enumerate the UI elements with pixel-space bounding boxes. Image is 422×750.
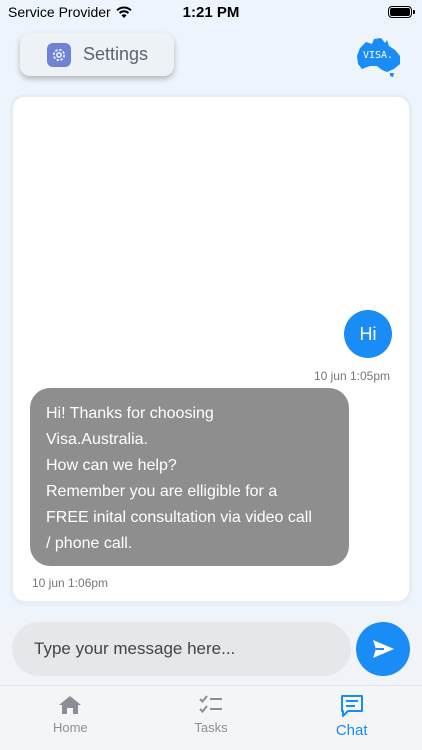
battery-icon xyxy=(388,6,415,18)
chat-panel[interactable]: Hi 10 jun 1:05pm Hi! Thanks for choosing… xyxy=(13,97,409,601)
tasks-icon xyxy=(199,695,222,713)
message-composer xyxy=(0,613,422,685)
tab-home[interactable]: Home xyxy=(0,686,141,750)
tab-tasks[interactable]: Tasks xyxy=(141,686,282,750)
message-line: How can we help? xyxy=(46,457,177,474)
chat-icon xyxy=(340,695,363,717)
tab-bar: Home Tasks Chat xyxy=(0,685,422,750)
message-input[interactable] xyxy=(12,622,351,676)
message-line: Hi! Thanks for choosing xyxy=(46,405,214,422)
outgoing-message-bubble: Hi xyxy=(344,310,392,358)
status-time: 1:21 PM xyxy=(182,4,240,21)
home-icon xyxy=(59,696,82,714)
tab-label: Tasks xyxy=(194,720,228,735)
tab-label: Home xyxy=(52,720,88,735)
tab-label: Chat xyxy=(335,722,368,739)
message-line: Remember you are elligible for a xyxy=(46,483,278,500)
message-timestamp: 10 jun 1:05pm xyxy=(313,369,390,383)
message-line: / phone call. xyxy=(46,535,133,552)
send-icon xyxy=(373,640,394,658)
visa-australia-logo: VISA. xyxy=(357,38,400,77)
settings-button[interactable]: Settings xyxy=(20,33,174,76)
message-line: Visa.Australia. xyxy=(46,431,148,448)
logo-text: VISA. xyxy=(363,50,393,61)
tab-chat[interactable]: Chat xyxy=(281,686,422,750)
incoming-message-bubble: Hi! Thanks for choosing Visa.Australia. … xyxy=(30,388,349,566)
status-bar: Service Provider 1:21 PM xyxy=(0,0,422,26)
settings-label: Settings xyxy=(83,44,149,64)
message-text: Hi xyxy=(359,323,377,344)
send-button[interactable] xyxy=(356,622,410,676)
message-timestamp: 10 jun 1:06pm xyxy=(32,576,109,590)
message-line: FREE inital consultation via video call xyxy=(46,509,312,526)
gear-icon xyxy=(47,42,71,67)
